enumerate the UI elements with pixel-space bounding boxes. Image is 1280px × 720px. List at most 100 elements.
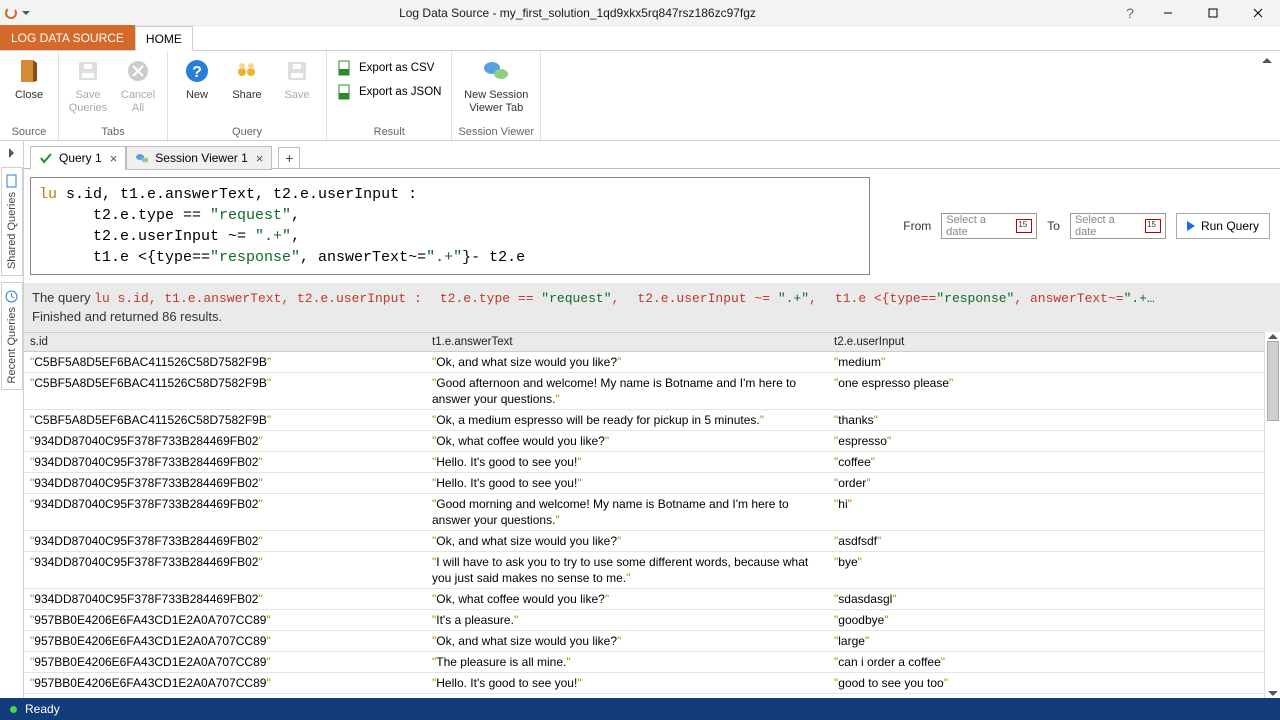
close-tab-icon[interactable]: × [108, 151, 118, 166]
expand-rail-button[interactable] [4, 145, 20, 161]
table-row[interactable]: "934DD87040C95F378F733B284469FB02""Hello… [24, 473, 1264, 494]
window-controls: ? [1115, 0, 1280, 26]
from-date-picker[interactable]: Select a date [941, 213, 1037, 239]
table-row[interactable]: "957BB0E4206E6FA43CD1E2A0A707CC89""Ok, a… [24, 631, 1264, 652]
session-viewer-icon [482, 57, 510, 85]
ribbon-group-source: Close Source [0, 51, 59, 140]
col-userinput[interactable]: t2.e.userInput [828, 333, 1264, 351]
new-query-button[interactable]: ? New [174, 53, 220, 102]
ribbon-group-result: Export as CSV Export as JSON Result [327, 51, 452, 140]
share-query-button[interactable]: Share [224, 53, 270, 102]
ribbon-group-label: Query [232, 126, 262, 140]
close-window-button[interactable] [1235, 0, 1280, 26]
minimize-button[interactable] [1145, 0, 1190, 26]
ribbon-collapse-button[interactable] [1260, 53, 1274, 67]
table-row[interactable]: "934DD87040C95F378F733B284469FB02""Ok, w… [24, 431, 1264, 452]
ribbon-tab-home[interactable]: HOME [135, 26, 193, 51]
table-row[interactable]: "957BB0E4206E6FA43CD1E2A0A707CC89""The p… [24, 652, 1264, 673]
ribbon-group-label: Result [374, 126, 405, 140]
play-icon [1187, 221, 1195, 231]
status-bar: Ready [0, 698, 1280, 720]
table-row[interactable]: "934DD87040C95F378F733B284469FB02""Ok, w… [24, 589, 1264, 610]
from-label: From [903, 219, 931, 233]
document-icon [5, 174, 19, 188]
table-row[interactable]: "C5BF5A8D5EF6BAC411526C58D7582F9B""Ok, a… [24, 410, 1264, 431]
table-row[interactable]: "934DD87040C95F378F733B284469FB02""I wil… [24, 552, 1264, 589]
export-csv-icon [337, 60, 353, 76]
session-icon [135, 151, 149, 165]
left-rail: Shared Queries Recent Queries [0, 141, 24, 698]
ribbon-tab-log-data-source[interactable]: LOG DATA SOURCE [0, 25, 135, 50]
main-column: Query 1 × Session Viewer 1 × + lu s.id, … [24, 141, 1280, 698]
vertical-scrollbar[interactable] [1264, 332, 1280, 698]
tab-query-1[interactable]: Query 1 × [30, 146, 126, 170]
scroll-up-icon[interactable] [1268, 334, 1278, 339]
results-area: s.id t1.e.answerText t2.e.userInput "C5B… [24, 332, 1280, 698]
query-editor[interactable]: lu s.id, t1.e.answerText, t2.e.userInput… [30, 177, 870, 275]
maximize-button[interactable] [1190, 0, 1235, 26]
table-row[interactable]: "934DD87040C95F378F733B284469FB02""Hello… [24, 452, 1264, 473]
ribbon-body: Close Source Save Queries Cancel All Tab… [0, 51, 1280, 141]
check-icon [39, 151, 53, 165]
quick-access-toolbar [0, 6, 40, 20]
status-dot-icon [10, 706, 17, 713]
clock-icon [5, 289, 19, 303]
save-query-button[interactable]: Save [274, 53, 320, 102]
table-row[interactable]: "957BB0E4206E6FA43CD1E2A0A707CC89""Ok, w… [24, 694, 1264, 698]
share-icon [233, 57, 261, 85]
svg-text:?: ? [192, 64, 202, 81]
export-json-button[interactable]: Export as JSON [333, 81, 445, 103]
run-query-button[interactable]: Run Query [1176, 213, 1270, 239]
save-icon [74, 57, 102, 85]
window-title: Log Data Source - my_first_solution_1qd9… [40, 6, 1115, 20]
ribbon-group-label: Tabs [101, 126, 124, 140]
app-logo-icon [4, 6, 18, 20]
to-label: To [1047, 219, 1060, 233]
status-text: Ready [25, 702, 60, 716]
close-button[interactable]: Close [6, 53, 52, 102]
body-area: Shared Queries Recent Queries Query 1 × … [0, 141, 1280, 698]
shared-queries-tab[interactable]: Shared Queries [1, 167, 23, 276]
scroll-thumb[interactable] [1267, 341, 1279, 421]
scroll-down-icon[interactable] [1268, 691, 1278, 696]
query-row: lu s.id, t1.e.answerText, t2.e.userInput… [24, 169, 1280, 283]
query-message-bar: The query lu s.id, t1.e.answerText, t2.e… [24, 283, 1280, 332]
to-date-picker[interactable]: Select a date [1070, 213, 1166, 239]
titlebar: Log Data Source - my_first_solution_1qd9… [0, 0, 1280, 26]
query-controls: From Select a date To Select a date Run … [880, 213, 1270, 239]
results-table: s.id t1.e.answerText t2.e.userInput "C5B… [24, 332, 1264, 698]
qat-dropdown-icon[interactable] [22, 11, 30, 15]
close-tab-icon[interactable]: × [254, 151, 264, 166]
new-query-icon: ? [183, 57, 211, 85]
export-json-icon [337, 84, 353, 100]
recent-queries-tab[interactable]: Recent Queries [1, 282, 23, 390]
new-session-viewer-button[interactable]: New Session Viewer Tab [461, 53, 531, 115]
save-queries-button[interactable]: Save Queries [65, 53, 111, 115]
add-tab-button[interactable]: + [278, 147, 300, 169]
ribbon-group-session-viewer: New Session Viewer Tab Session Viewer [452, 51, 541, 140]
ribbon-group-label: Source [12, 126, 47, 140]
save-icon [283, 57, 311, 85]
table-row[interactable]: "C5BF5A8D5EF6BAC411526C58D7582F9B""Good … [24, 373, 1264, 410]
ribbon-group-tabs: Save Queries Cancel All Tabs [59, 51, 168, 140]
table-row[interactable]: "934DD87040C95F378F733B284469FB02""Ok, a… [24, 531, 1264, 552]
result-count-text: Finished and returned 86 results. [32, 308, 1272, 326]
table-body: "C5BF5A8D5EF6BAC411526C58D7582F9B""Ok, a… [24, 352, 1264, 698]
table-row[interactable]: "C5BF5A8D5EF6BAC411526C58D7582F9B""Ok, a… [24, 352, 1264, 373]
cancel-icon [124, 57, 152, 85]
ribbon-group-query: ? New Share Save Query [168, 51, 327, 140]
calendar-icon [1145, 219, 1161, 233]
help-button[interactable]: ? [1115, 0, 1145, 26]
table-row[interactable]: "934DD87040C95F378F733B284469FB02""Good … [24, 494, 1264, 531]
ribbon-group-label: Session Viewer [458, 126, 534, 140]
ribbon-tabstrip: LOG DATA SOURCE HOME [0, 26, 1280, 51]
col-answertext[interactable]: t1.e.answerText [426, 333, 828, 351]
table-row[interactable]: "957BB0E4206E6FA43CD1E2A0A707CC89""Hello… [24, 673, 1264, 694]
table-header: s.id t1.e.answerText t2.e.userInput [24, 332, 1264, 352]
tab-session-viewer-1[interactable]: Session Viewer 1 × [126, 146, 272, 170]
col-sid[interactable]: s.id [24, 333, 426, 351]
table-row[interactable]: "957BB0E4206E6FA43CD1E2A0A707CC89""It's … [24, 610, 1264, 631]
document-tabstrip: Query 1 × Session Viewer 1 × + [24, 141, 1280, 169]
cancel-all-button[interactable]: Cancel All [115, 53, 161, 115]
export-csv-button[interactable]: Export as CSV [333, 57, 445, 79]
